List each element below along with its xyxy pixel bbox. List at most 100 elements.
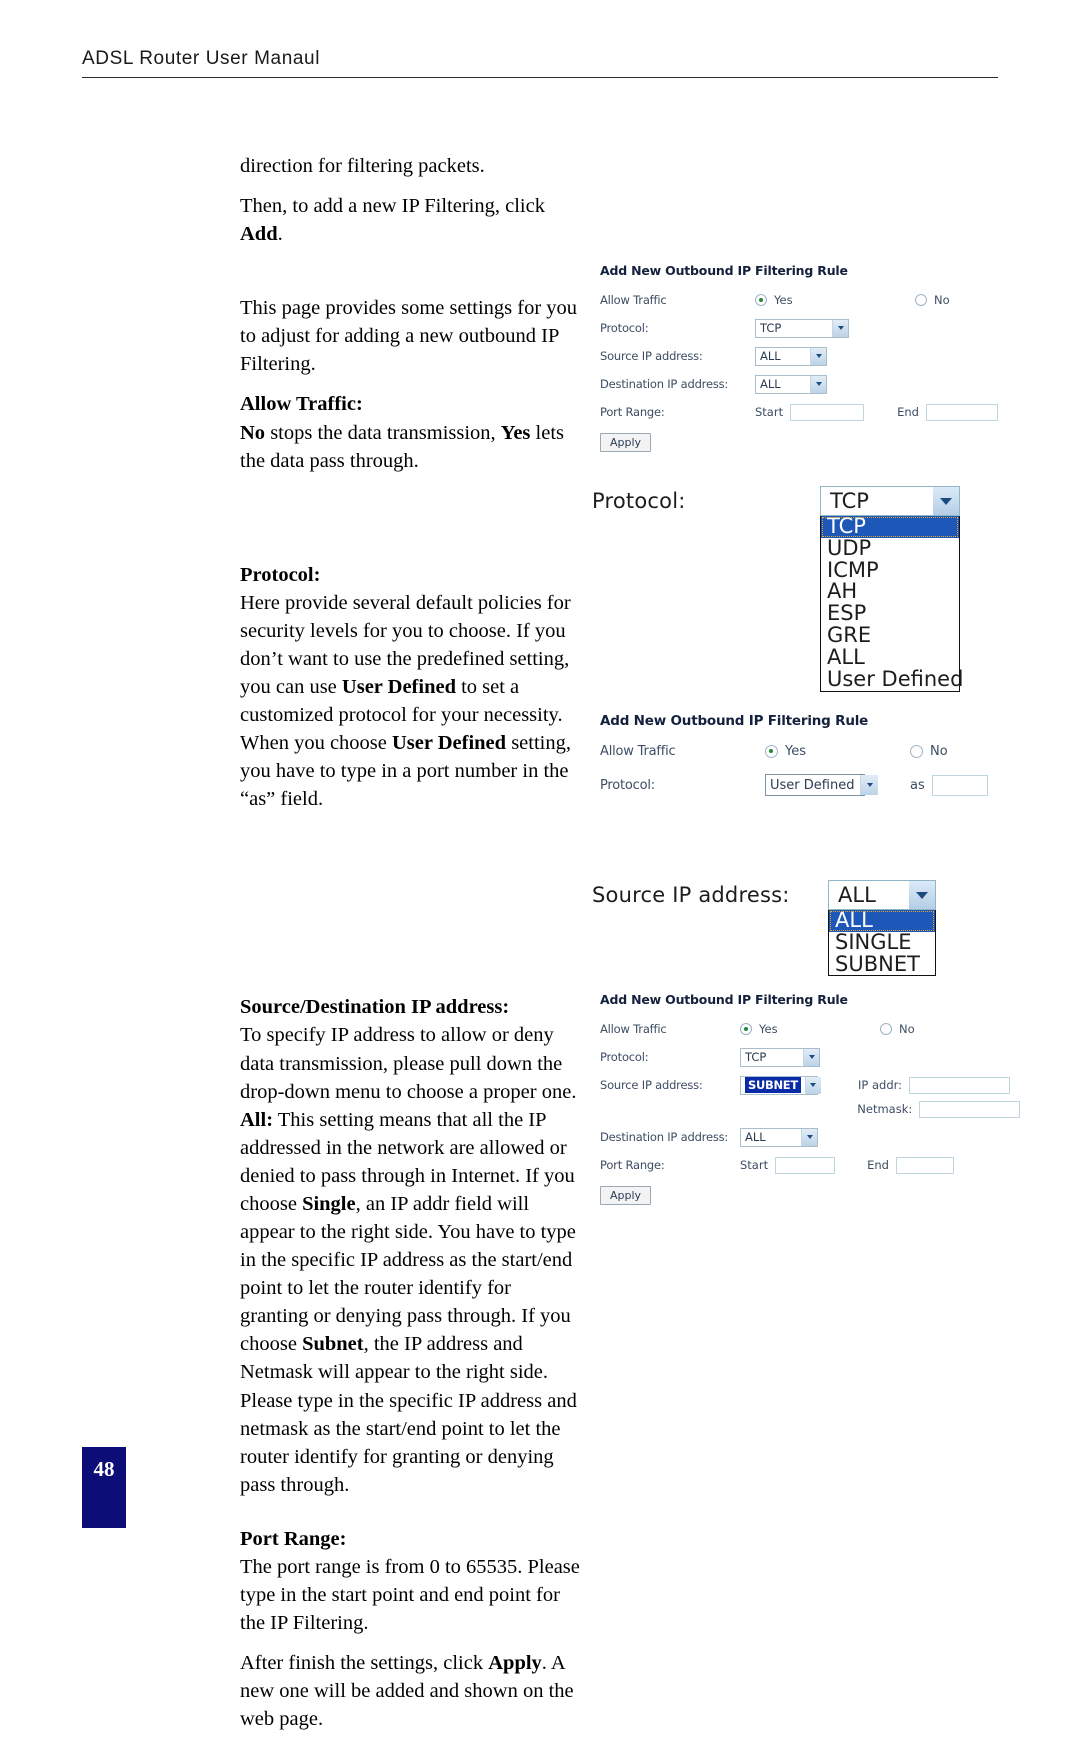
page-title: ADSL Router User Manaul <box>82 48 321 69</box>
source-option-all[interactable]: ALL <box>829 909 935 932</box>
chevron-down-icon[interactable] <box>832 319 848 337</box>
protocol-option-udp[interactable]: UDP <box>821 537 959 560</box>
figure1-protocol-select[interactable]: TCP <box>755 318 849 338</box>
figure1-title: Add New Outbound IP Filtering Rule <box>600 263 848 278</box>
protocol-zoom-select[interactable]: TCP <box>820 486 960 516</box>
text-run: , an IP addr field will appear to the ri… <box>240 1192 576 1356</box>
source-zoom-option-list[interactable]: ALL SINGLE SUBNET <box>828 909 936 977</box>
protocol-zoom-label: Protocol: <box>592 489 686 513</box>
radio-on-icon[interactable] <box>755 294 767 306</box>
paragraph-protocol: Here provide several default policies fo… <box>240 589 580 814</box>
paragraph-source-destination: To specify IP address to allow or deny d… <box>240 1021 580 1498</box>
figure1-source-label: Source IP address: <box>600 349 703 363</box>
figure3-radio-no[interactable]: No <box>880 1022 915 1036</box>
body-text-column: direction for filtering packets. Then, t… <box>240 152 580 1745</box>
figure3-end-input[interactable] <box>895 1156 954 1174</box>
figure3-start-label: Start <box>740 1158 769 1172</box>
protocol-option-user-defined[interactable]: User Defined <box>821 668 963 691</box>
source-option-single[interactable]: SINGLE <box>829 931 935 954</box>
figure2-protocol-select[interactable]: User Defined <box>765 774 879 796</box>
figure2-protocol-value: User Defined <box>770 777 855 793</box>
protocol-option-gre[interactable]: GRE <box>821 624 959 647</box>
figure3-start-input[interactable] <box>775 1156 836 1174</box>
figure2-radio-no[interactable]: No <box>910 744 948 759</box>
text-bold-yes: Yes <box>500 421 531 444</box>
figure1-source-select[interactable]: ALL <box>755 346 827 366</box>
chevron-down-icon[interactable] <box>860 775 879 795</box>
figure3-protocol-value: TCP <box>745 1050 767 1064</box>
figure3-row-allow-traffic: Allow Traffic Yes No <box>600 1020 1020 1038</box>
figure1-start-input[interactable] <box>790 403 865 421</box>
figure2-allow-traffic-label: Allow Traffic <box>600 743 676 759</box>
figure3-port-range-label: Port Range: <box>600 1158 665 1172</box>
figure1-row-port-range: Port Range: Start End <box>600 403 1000 421</box>
figure3-row-port-range: Port Range: Start End <box>600 1156 1020 1174</box>
figure2-title: Add New Outbound IP Filtering Rule <box>600 713 869 729</box>
chevron-down-icon[interactable] <box>933 487 959 515</box>
protocol-option-tcp[interactable]: TCP <box>821 515 959 538</box>
protocol-option-icmp[interactable]: ICMP <box>821 559 959 582</box>
radio-on-icon[interactable] <box>765 744 778 758</box>
protocol-option-all[interactable]: ALL <box>821 646 959 669</box>
text-bold-user-defined: User Defined <box>341 676 456 699</box>
chevron-down-icon[interactable] <box>810 375 826 393</box>
source-zoom-label: Source IP address: <box>592 883 790 907</box>
text-bold-user-defined-2: User Defined <box>392 732 507 755</box>
protocol-option-esp[interactable]: ESP <box>821 602 959 625</box>
figure3-radio-yes-label: Yes <box>759 1022 778 1036</box>
figure2-radio-yes[interactable]: Yes <box>765 744 910 759</box>
text-bold-apply: Apply <box>488 1652 542 1675</box>
text-run: After finish the settings, click <box>240 1652 489 1675</box>
figure2-row-protocol: Protocol: User Defined as <box>600 774 1000 796</box>
chevron-down-icon[interactable] <box>804 1076 821 1094</box>
text-bold-subnet: Subnet <box>302 1333 364 1356</box>
figure1-destination-select[interactable]: ALL <box>755 374 827 394</box>
text-run: . <box>277 223 283 246</box>
figure1-radio-no[interactable]: No <box>915 293 950 307</box>
figure-source-ip-dropdown-zoom: Source IP address: ALL ALL SINGLE SUBNET <box>592 880 942 977</box>
source-option-subnet[interactable]: SUBNET <box>829 953 935 976</box>
radio-on-icon[interactable] <box>740 1023 752 1035</box>
figure3-radio-yes[interactable]: Yes <box>740 1022 880 1036</box>
text-run: Then, to add a new IP Filtering, click <box>240 195 545 218</box>
figure3-source-select[interactable]: SUBNET <box>740 1075 821 1095</box>
figure3-netmask-input[interactable] <box>919 1100 1020 1118</box>
paragraph-port-range: The port range is from 0 to 65535. Pleas… <box>240 1555 580 1635</box>
chevron-down-icon[interactable] <box>810 347 826 365</box>
source-zoom-select[interactable]: ALL <box>828 880 936 910</box>
figure3-destination-select[interactable]: ALL <box>740 1127 818 1147</box>
figure3-protocol-label: Protocol: <box>600 1050 649 1064</box>
text-run: , the IP address and Netmask will appear… <box>240 1333 577 1496</box>
radio-off-icon[interactable] <box>915 294 927 306</box>
figure1-apply-button[interactable]: Apply <box>600 433 652 452</box>
radio-off-icon[interactable] <box>880 1023 892 1035</box>
chevron-down-icon[interactable] <box>803 1048 819 1066</box>
figure-add-rule-default: Add New Outbound IP Filtering Rule Allow… <box>600 263 1000 452</box>
figure3-ip-addr-label: IP addr: <box>858 1078 903 1092</box>
protocol-zoom-option-list[interactable]: TCP UDP ICMP AH ESP GRE ALL User Defined <box>820 515 963 692</box>
figure3-destination-value: ALL <box>745 1130 766 1144</box>
figure1-apply-row: Apply <box>600 431 1000 452</box>
radio-off-icon[interactable] <box>910 744 923 758</box>
figure1-end-input[interactable] <box>925 403 998 421</box>
figure1-protocol-value: TCP <box>760 321 782 335</box>
figure2-protocol-label: Protocol: <box>600 777 655 793</box>
figure2-as-input[interactable] <box>931 774 988 796</box>
paragraph-apply: After finish the settings, click Apply. … <box>240 1649 580 1733</box>
figure3-protocol-select[interactable]: TCP <box>740 1047 820 1067</box>
protocol-option-ah[interactable]: AH <box>821 581 959 603</box>
figure3-apply-button[interactable]: Apply <box>600 1186 652 1205</box>
figure1-radio-yes[interactable]: Yes <box>755 293 915 307</box>
chevron-down-icon[interactable] <box>801 1128 817 1146</box>
figure1-row-allow-traffic: Allow Traffic Yes No <box>600 291 1000 309</box>
figure2-row-allow-traffic: Allow Traffic Yes No <box>600 742 1000 760</box>
figure1-protocol-label: Protocol: <box>600 321 649 335</box>
figure1-allow-traffic-label: Allow Traffic <box>600 293 667 307</box>
text-run: To specify IP address to allow or deny d… <box>240 1024 577 1103</box>
figure3-ip-addr-input[interactable] <box>909 1076 1011 1094</box>
chevron-down-icon[interactable] <box>909 881 935 909</box>
header-divider <box>82 77 998 78</box>
